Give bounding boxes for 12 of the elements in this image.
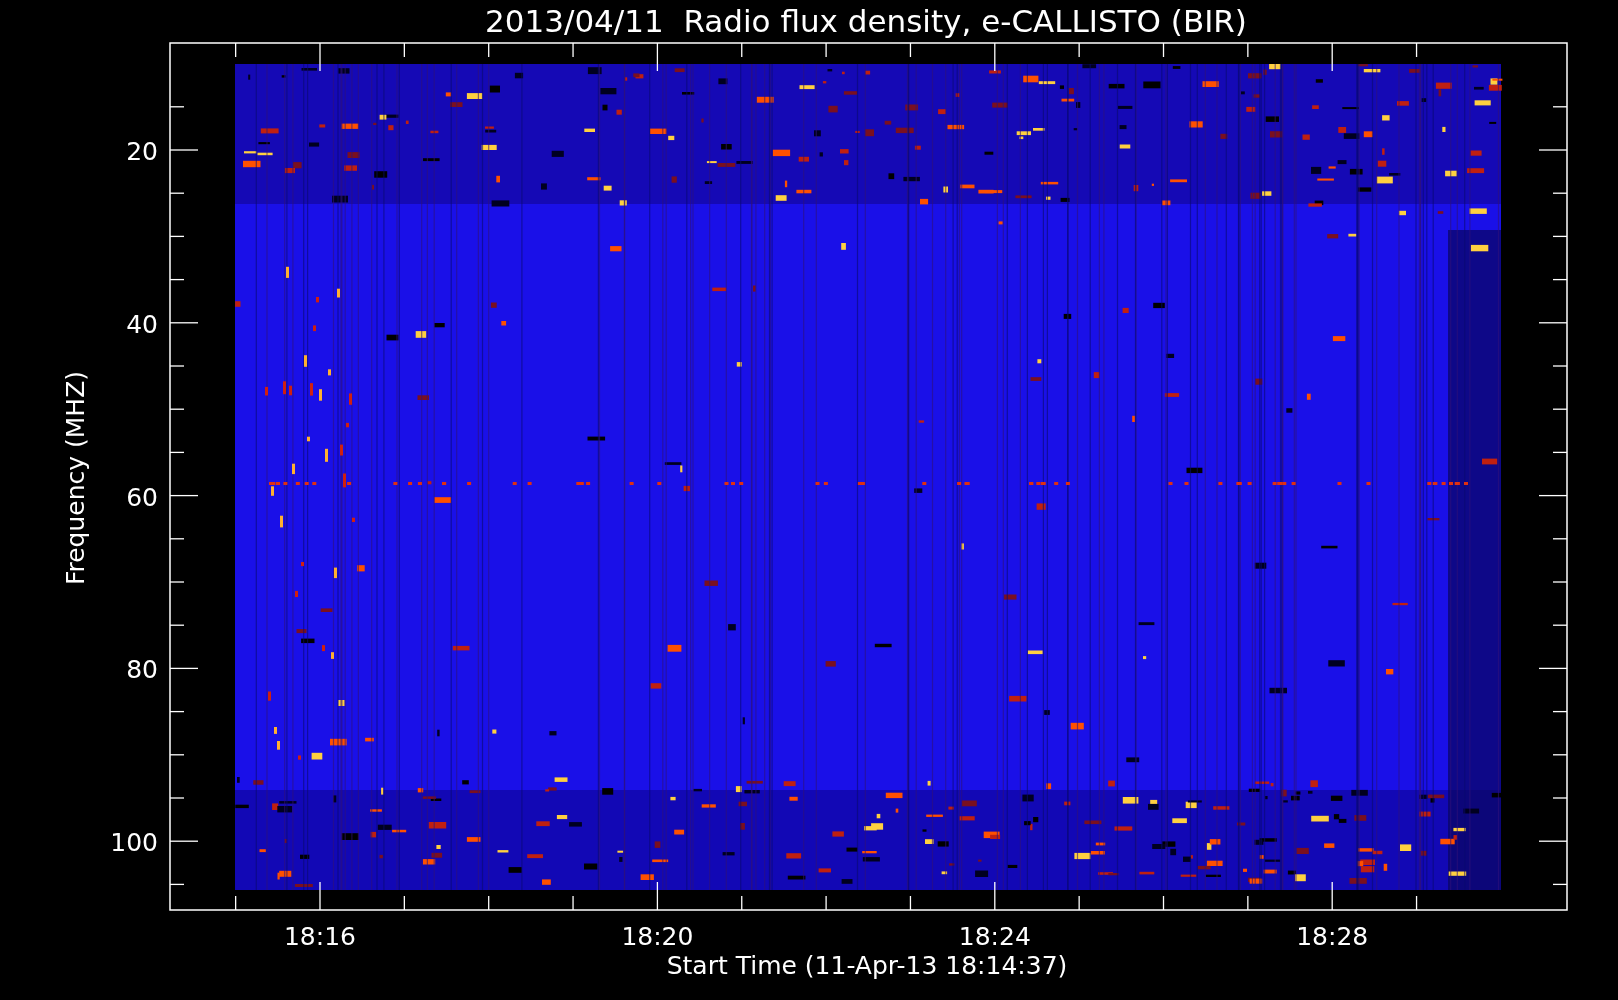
x-tick-label: 18:24: [958, 922, 1031, 951]
x-tick-label: 18:20: [621, 922, 694, 951]
x-tick-label: 18:16: [284, 922, 356, 951]
x-tick-label: 18:28: [1296, 922, 1369, 951]
y-axis-label: Frequency (MHZ): [61, 370, 90, 586]
y-tick-label: 80: [126, 655, 158, 685]
y-tick-label: 40: [126, 309, 158, 339]
y-tick-label: 60: [126, 482, 158, 512]
x-axis-label: Start Time (11-Apr-13 18:14:37): [666, 951, 1068, 980]
y-tick-label: 100: [110, 828, 158, 858]
y-tick-label: 20: [126, 137, 158, 166]
chart-title: 2013/04/11 Radio flux density, e-CALLISTO (BIR): [485, 3, 1247, 39]
